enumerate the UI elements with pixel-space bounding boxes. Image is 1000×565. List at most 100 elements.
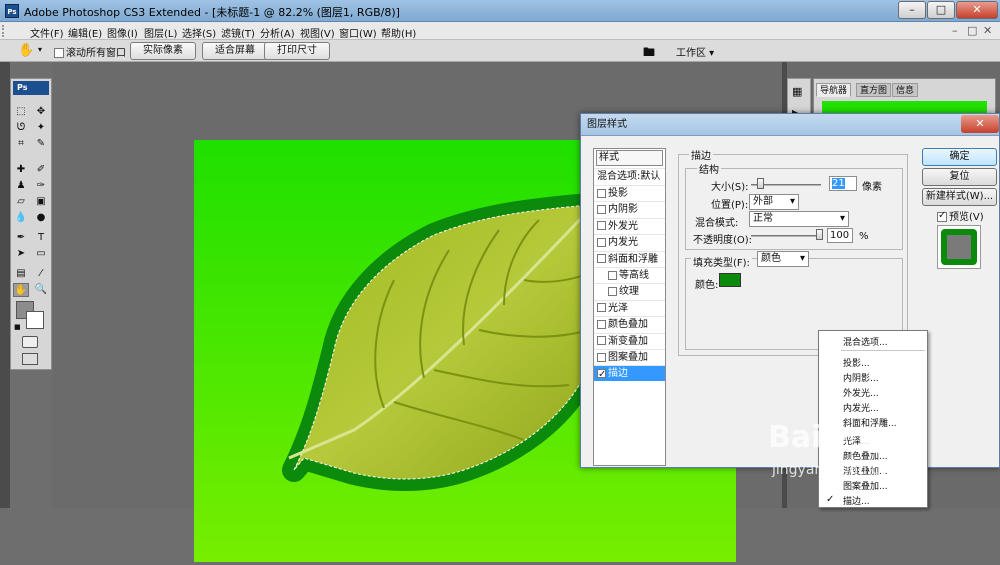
tab-histogram[interactable]: 直方图 bbox=[856, 83, 892, 97]
dialog-close-button[interactable]: ✕ bbox=[961, 115, 999, 133]
menu-image[interactable]: 图像(I) bbox=[107, 25, 138, 40]
size-input[interactable]: 21 bbox=[829, 176, 857, 191]
move-tool-icon[interactable]: ✥ bbox=[33, 105, 49, 119]
style-item-checkbox[interactable] bbox=[597, 336, 606, 346]
crop-tool-icon[interactable]: ⌗ bbox=[13, 137, 29, 151]
style-item[interactable]: 内阴影 bbox=[594, 201, 665, 217]
style-item[interactable]: 内发光 bbox=[594, 234, 665, 250]
style-item[interactable]: 等高线 bbox=[594, 267, 665, 283]
blend-options-item[interactable]: 混合选项:默认 bbox=[594, 168, 665, 184]
new-style-button[interactable]: 新建样式(W)... bbox=[922, 188, 997, 206]
reset-button[interactable]: 复位 bbox=[922, 168, 997, 186]
tab-info[interactable]: 信息 bbox=[892, 83, 919, 97]
context-menu-item[interactable]: 内阴影... bbox=[843, 371, 879, 384]
style-item[interactable]: 颜色叠加 bbox=[594, 316, 665, 332]
hand-tool-icon[interactable]: ✋ bbox=[13, 283, 29, 297]
workspace-menu[interactable]: 工作区 ▾ bbox=[676, 44, 714, 59]
pen-tool-icon[interactable]: ✒ bbox=[13, 231, 29, 245]
eraser-tool-icon[interactable]: ▱ bbox=[13, 195, 29, 209]
stroke-color-swatch[interactable] bbox=[719, 273, 741, 287]
style-item-checkbox[interactable] bbox=[597, 237, 606, 247]
opacity-input[interactable]: 100 bbox=[827, 228, 853, 243]
tab-navigator[interactable]: 导航器 bbox=[816, 83, 852, 97]
default-colors-icon[interactable]: ■ bbox=[14, 323, 21, 331]
style-item-checkbox[interactable] bbox=[597, 352, 606, 362]
context-menu-item[interactable]: 外发光... bbox=[843, 386, 879, 399]
maximize-button[interactable]: □ bbox=[927, 1, 955, 19]
dodge-tool-icon[interactable]: ● bbox=[33, 211, 49, 225]
hand-icon[interactable]: ✋ bbox=[18, 43, 34, 58]
marquee-tool-icon[interactable]: ⬚ bbox=[13, 105, 29, 119]
screen-mode-icon[interactable] bbox=[22, 353, 38, 365]
slice-tool-icon[interactable]: ✎ bbox=[33, 137, 49, 151]
style-item[interactable]: 外发光 bbox=[594, 217, 665, 234]
clone-stamp-tool-icon[interactable]: ♟ bbox=[13, 179, 29, 193]
menu-select[interactable]: 选择(S) bbox=[182, 25, 216, 40]
background-color-swatch[interactable] bbox=[26, 311, 44, 329]
menu-file[interactable]: 文件(F) bbox=[30, 25, 64, 40]
opacity-slider-thumb[interactable] bbox=[816, 229, 823, 240]
context-menu-item[interactable]: 混合选项... bbox=[843, 335, 888, 348]
shape-tool-icon[interactable]: ▭ bbox=[33, 247, 49, 261]
menu-filter[interactable]: 滤镜(T) bbox=[221, 25, 255, 40]
menu-layer[interactable]: 图层(L) bbox=[144, 25, 177, 40]
zoom-tool-icon[interactable]: 🔍 bbox=[33, 283, 49, 297]
style-item[interactable]: 描边 bbox=[594, 365, 665, 383]
scroll-all-checkbox-box[interactable] bbox=[54, 48, 64, 58]
minimize-button[interactable]: – bbox=[898, 1, 926, 19]
size-slider-thumb[interactable] bbox=[756, 178, 764, 189]
menu-view[interactable]: 视图(V) bbox=[300, 25, 335, 40]
close-window-button[interactable]: ✕ bbox=[956, 1, 998, 19]
style-item-checkbox[interactable] bbox=[597, 367, 606, 383]
history-panel-icon[interactable]: ▦ bbox=[792, 85, 802, 98]
menu-edit[interactable]: 编辑(E) bbox=[68, 25, 102, 40]
quick-mask-icon[interactable] bbox=[22, 336, 38, 348]
path-selection-tool-icon[interactable]: ➤ bbox=[13, 247, 29, 261]
context-menu-item[interactable]: 投影... bbox=[843, 356, 870, 369]
opacity-slider[interactable] bbox=[751, 235, 823, 237]
position-select[interactable]: 外部 bbox=[749, 194, 799, 210]
style-item[interactable]: 图案叠加 bbox=[594, 349, 665, 365]
type-tool-icon[interactable]: T bbox=[33, 231, 49, 245]
style-item[interactable]: 投影 bbox=[594, 185, 665, 201]
magic-wand-tool-icon[interactable]: ✦ bbox=[33, 121, 49, 135]
fill-type-select[interactable]: 颜色 bbox=[757, 251, 809, 267]
healing-brush-tool-icon[interactable]: ✚ bbox=[13, 163, 29, 177]
eyedropper-tool-icon[interactable]: ⁄ bbox=[33, 267, 49, 281]
fit-screen-button[interactable]: 适合屏幕 bbox=[202, 42, 268, 60]
gradient-tool-icon[interactable]: ▣ bbox=[33, 195, 49, 209]
brush-tool-icon[interactable]: ✐ bbox=[33, 163, 49, 177]
menu-window[interactable]: 窗口(W) bbox=[339, 25, 377, 40]
preview-checkbox-box[interactable] bbox=[937, 210, 947, 222]
bridge-icon[interactable]: 🖿 bbox=[643, 43, 661, 59]
preview-checkbox[interactable]: 预览(V) bbox=[937, 208, 984, 223]
blur-tool-icon[interactable]: 💧 bbox=[13, 211, 29, 225]
style-item-checkbox[interactable] bbox=[597, 188, 606, 198]
doc-maximize-button[interactable]: □ bbox=[967, 24, 977, 37]
print-size-button[interactable]: 打印尺寸 bbox=[264, 42, 330, 60]
menu-help[interactable]: 帮助(H) bbox=[381, 25, 416, 40]
style-item-checkbox[interactable] bbox=[597, 303, 606, 313]
style-item-checkbox[interactable] bbox=[608, 286, 617, 296]
style-item[interactable]: 光泽 bbox=[594, 299, 665, 316]
history-brush-tool-icon[interactable]: ✑ bbox=[33, 179, 49, 193]
style-item-checkbox[interactable] bbox=[608, 270, 617, 280]
doc-close-button[interactable]: ✕ bbox=[983, 24, 992, 37]
style-item[interactable]: 纹理 bbox=[594, 283, 665, 299]
doc-minimize-button[interactable]: – bbox=[952, 24, 958, 37]
menu-analysis[interactable]: 分析(A) bbox=[260, 25, 295, 40]
ok-button[interactable]: 确定 bbox=[922, 148, 997, 166]
style-item-checkbox[interactable] bbox=[597, 221, 606, 231]
context-menu-item[interactable]: 内发光... bbox=[843, 401, 879, 414]
style-item[interactable]: 斜面和浮雕 bbox=[594, 250, 665, 267]
actual-pixels-button[interactable]: 实际像素 bbox=[130, 42, 196, 60]
style-item-checkbox[interactable] bbox=[597, 254, 606, 264]
chevron-down-icon[interactable]: ▾ bbox=[38, 45, 42, 54]
scroll-all-windows-checkbox[interactable]: 滚动所有窗口 bbox=[54, 44, 126, 59]
styles-header[interactable]: 样式 bbox=[596, 150, 663, 166]
lasso-tool-icon[interactable]: ᘎ bbox=[13, 121, 29, 135]
style-item-checkbox[interactable] bbox=[597, 204, 606, 214]
style-item[interactable]: 渐变叠加 bbox=[594, 332, 665, 349]
blend-mode-select[interactable]: 正常 bbox=[749, 211, 849, 227]
notes-tool-icon[interactable]: ▤ bbox=[13, 267, 29, 281]
